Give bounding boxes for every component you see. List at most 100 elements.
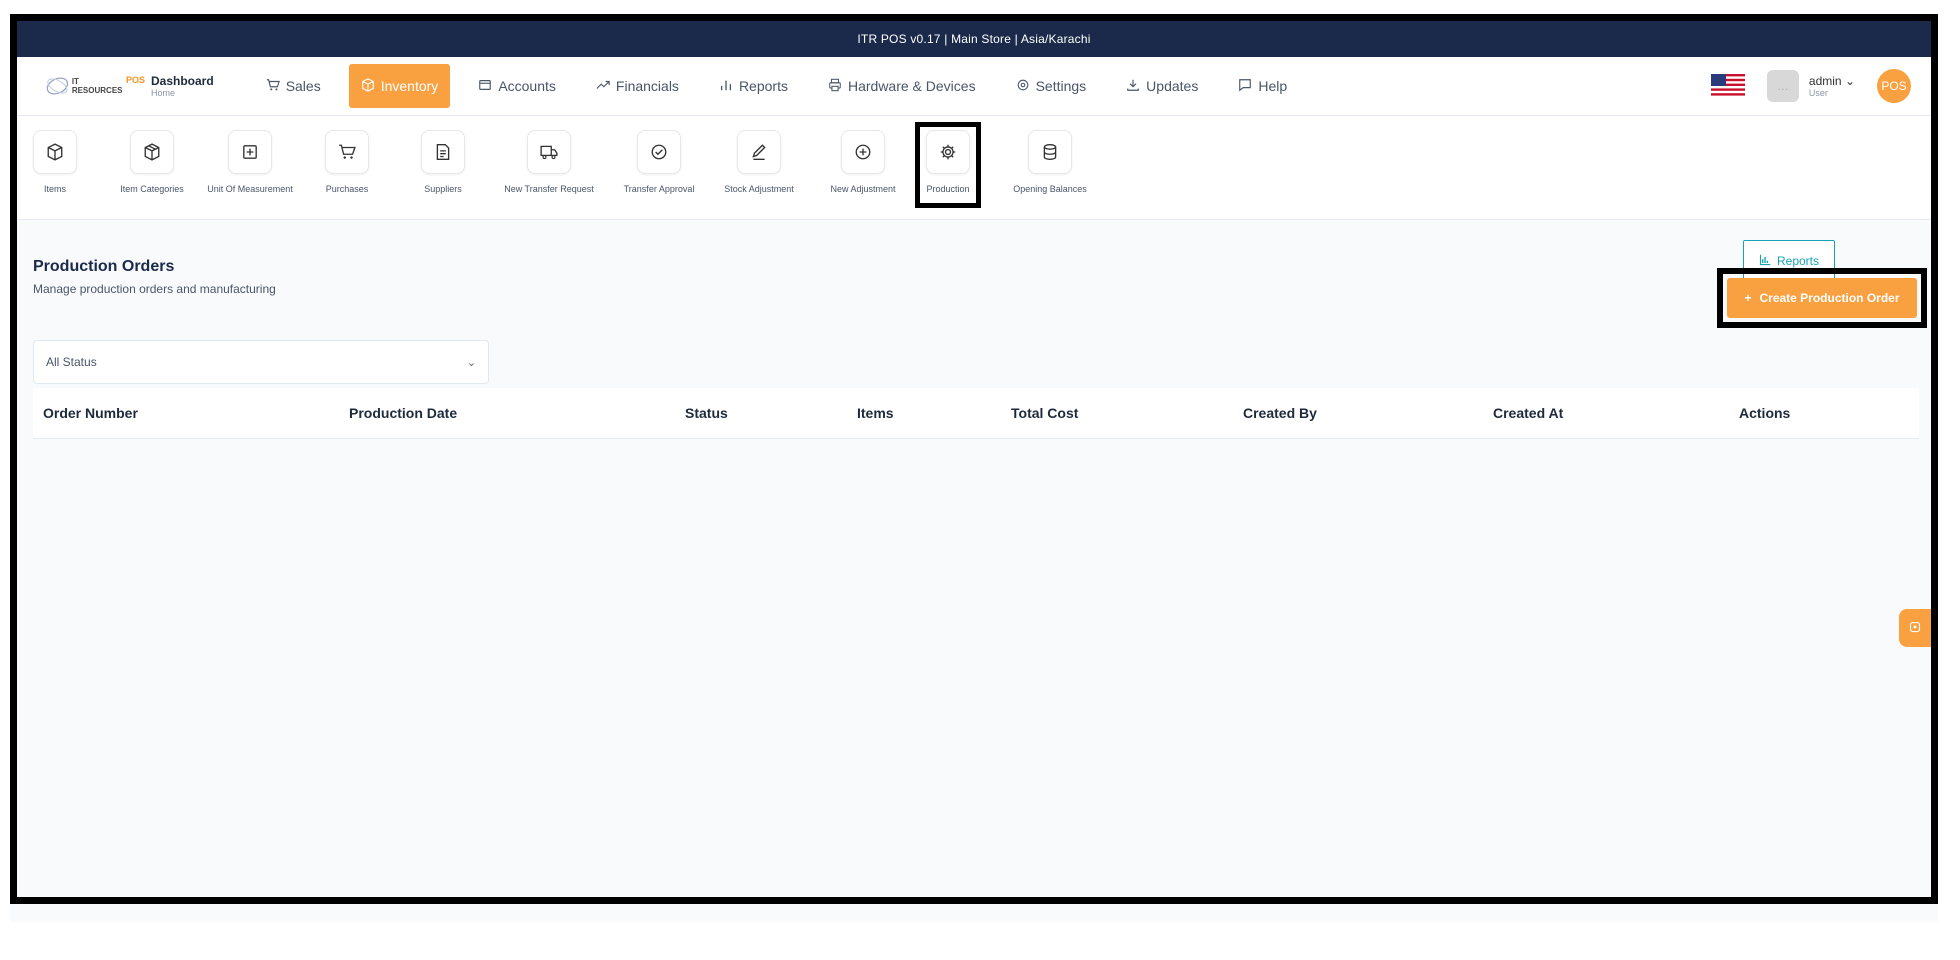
subnav-label: New Adjustment [830, 184, 896, 194]
main-navigation: IT RESOURCES POS Dashboard Home Sales In… [17, 57, 1931, 116]
subnav-unit-of-measurement[interactable]: Unit Of Measurement [207, 130, 293, 194]
create-button-highlight: + Create Production Order [1717, 268, 1927, 328]
box-icon [361, 77, 375, 95]
subnav-label: Transfer Approval [623, 184, 695, 194]
truck-icon [527, 130, 571, 174]
pos-badge[interactable]: POS [1877, 69, 1911, 103]
subnav-suppliers[interactable]: Suppliers [421, 130, 465, 194]
subnav-label: New Transfer Request [504, 184, 594, 194]
avatar[interactable]: … [1766, 70, 1799, 102]
pen-icon [737, 130, 781, 174]
subnav-production[interactable]: Production [915, 122, 981, 208]
chat-icon [1238, 78, 1252, 95]
page-title: Production Orders [33, 258, 175, 275]
column-header[interactable]: Production Date [349, 405, 457, 421]
user-role: User [1808, 88, 1828, 98]
status-filter-value: All Status [46, 355, 97, 369]
column-header[interactable]: Total Cost [1011, 405, 1078, 421]
column-header[interactable]: Items [857, 405, 894, 421]
nav-updates[interactable]: Updates [1114, 64, 1210, 108]
subnav-label: Unit Of Measurement [207, 184, 293, 194]
user-name: admin ⌄ [1808, 74, 1855, 88]
nav-help-label: Help [1258, 78, 1288, 94]
subnav-stock-adjustment[interactable]: Stock Adjustment [719, 130, 799, 194]
bar-chart-icon [719, 78, 733, 95]
nav-financials[interactable]: Financials [584, 64, 691, 108]
top-status-text: ITR POS v0.17 | Main Store | Asia/Karach… [857, 32, 1091, 46]
dashboard-subtitle: Home [151, 88, 176, 98]
top-status-bar: ITR POS v0.17 | Main Store | Asia/Karach… [17, 21, 1931, 57]
subnav-label: Opening Balances [1013, 184, 1087, 194]
subnav-purchases[interactable]: Purchases [325, 130, 369, 194]
logo-icon [46, 77, 69, 95]
table-header: Order Number Production Date Status Item… [33, 388, 1919, 439]
reports-button-label: Reports [1776, 254, 1820, 268]
subnav-transfer-approval[interactable]: Transfer Approval [619, 130, 699, 194]
subnav-new-transfer-request[interactable]: New Transfer Request [499, 130, 599, 194]
chevron-down-icon: ⌄ [1844, 74, 1855, 88]
gear-icon [926, 130, 970, 174]
logo[interactable]: IT RESOURCES POS [45, 72, 145, 100]
column-header[interactable]: Actions [1739, 405, 1790, 421]
settings-icon [1909, 621, 1921, 636]
subnav-label: Items [43, 184, 66, 194]
report-chart-icon [1759, 254, 1771, 269]
nav-inventory[interactable]: Inventory [348, 64, 451, 108]
subnav-items[interactable]: Items [33, 130, 77, 194]
production-orders-table: Order Number Production Date Status Item… [33, 388, 1919, 439]
create-production-order-button[interactable]: + Create Production Order [1727, 278, 1917, 318]
column-header[interactable]: Status [685, 405, 728, 421]
status-filter-select[interactable]: All Status ⌄ [33, 340, 489, 384]
subnav-label: Stock Adjustment [724, 184, 794, 194]
nav-settings-label: Settings [1035, 78, 1087, 94]
box-icon [33, 130, 77, 174]
cart-icon [325, 130, 369, 174]
document-icon [421, 130, 465, 174]
wallet-icon [478, 78, 492, 95]
database-icon [1028, 130, 1072, 174]
nav-reports[interactable]: Reports [707, 64, 800, 108]
chevron-down-icon: ⌄ [466, 356, 476, 369]
column-header[interactable]: Created At [1493, 405, 1563, 421]
nav-financials-label: Financials [615, 78, 679, 94]
boxes-icon [130, 130, 174, 174]
nav-hardware[interactable]: Hardware & Devices [816, 64, 988, 108]
subnav-label: Item Categories [120, 184, 184, 194]
subnav-new-adjustment[interactable]: New Adjustment [823, 130, 903, 194]
check-circle-icon [637, 130, 681, 174]
nav-help[interactable]: Help [1226, 64, 1299, 108]
app-window: ITR POS v0.17 | Main Store | Asia/Karach… [10, 14, 1938, 904]
logo-pos: POS [125, 75, 145, 85]
plus-icon: + [1744, 291, 1752, 305]
nav-hardware-label: Hardware & Devices [847, 78, 976, 94]
dashboard-link[interactable]: Dashboard Home [151, 74, 214, 98]
floating-settings-tab[interactable] [1899, 609, 1931, 647]
nav-reports-label: Reports [738, 78, 788, 94]
subnav-item-categories[interactable]: Item Categories [119, 130, 185, 194]
plus-square-icon [228, 130, 272, 174]
plus-circle-icon [841, 130, 885, 174]
nav-sales[interactable]: Sales [254, 64, 333, 108]
nav-settings[interactable]: Settings [1004, 64, 1099, 108]
download-icon [1126, 78, 1140, 95]
subnav-label: Purchases [325, 184, 369, 194]
trend-icon [596, 78, 610, 95]
logo-brand: IT RESOURCES [71, 77, 123, 95]
subnav-label: Suppliers [424, 184, 462, 194]
subnav-label: Production [926, 184, 970, 194]
user-menu[interactable]: admin ⌄ User [1809, 74, 1855, 98]
us-flag-icon[interactable] [1710, 74, 1745, 98]
subnav-opening-balances[interactable]: Opening Balances [1013, 130, 1087, 194]
nav-accounts-label: Accounts [498, 78, 556, 94]
nav-inventory-label: Inventory [380, 78, 439, 94]
column-header[interactable]: Order Number [43, 405, 138, 421]
nav-sales-label: Sales [285, 78, 321, 94]
page-subtitle: Manage production orders and manufacturi… [33, 282, 276, 296]
page-bottom-strip [10, 904, 1938, 922]
user-area: … admin ⌄ User POS [1710, 57, 1911, 115]
inventory-subnav: Items Item Categories Unit Of Measuremen… [17, 116, 1931, 220]
column-header[interactable]: Created By [1243, 405, 1317, 421]
nav-updates-label: Updates [1146, 78, 1199, 94]
nav-accounts[interactable]: Accounts [466, 64, 568, 108]
dashboard-title: Dashboard [151, 74, 214, 88]
